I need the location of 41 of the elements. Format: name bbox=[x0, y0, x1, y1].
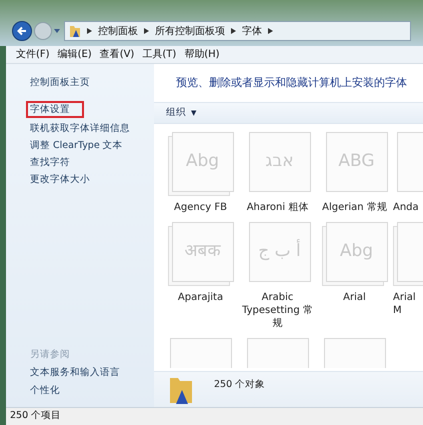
back-button[interactable] bbox=[12, 21, 32, 41]
font-name: Anda bbox=[393, 201, 420, 214]
font-name: Aparajita bbox=[176, 291, 224, 304]
sidebar-link[interactable]: 字体设置 bbox=[26, 101, 84, 118]
sidebar-link[interactable]: 调整 ClearType 文本 bbox=[30, 139, 123, 152]
see-also-heading: 另请参阅 bbox=[30, 348, 71, 361]
font-name: Algerian 常规 bbox=[321, 201, 388, 214]
menu-item[interactable]: 文件(F) bbox=[16, 47, 50, 62]
breadcrumb-item[interactable]: 字体 bbox=[242, 24, 262, 38]
object-count: 250 个对象 bbox=[214, 378, 266, 392]
page-heading: 预览、删除或者显示和隐藏计算机上安装的字体 bbox=[176, 74, 407, 91]
font-name: Agency FB bbox=[173, 201, 228, 214]
font-name: Arabic Typesetting 常规 bbox=[241, 291, 314, 330]
fonts-folder-icon bbox=[168, 375, 194, 405]
status-text: 250 个项目 bbox=[10, 409, 62, 424]
sidebar-link[interactable]: 控制面板主页 bbox=[30, 76, 90, 89]
back-arrow-icon bbox=[16, 25, 28, 37]
menu-item[interactable]: 工具(T) bbox=[142, 47, 176, 62]
menu-item[interactable]: 查看(V) bbox=[100, 47, 134, 62]
menu-item[interactable]: 帮助(H) bbox=[184, 47, 220, 62]
sidebar-link[interactable]: 文本服务和输入语言 bbox=[30, 366, 154, 379]
font-name: Arial M bbox=[393, 291, 417, 317]
breadcrumb-arrow-icon[interactable] bbox=[144, 28, 149, 34]
breadcrumb-arrow-icon[interactable] bbox=[87, 28, 92, 34]
sidebar-link[interactable]: 个性化 bbox=[30, 384, 154, 397]
font-name: Aharoni 粗体 bbox=[246, 201, 310, 214]
dropdown-caret-icon[interactable] bbox=[54, 28, 60, 34]
sidebar-link[interactable]: 查找字符 bbox=[30, 156, 70, 169]
address-bar[interactable]: 控制面板 所有控制面板项 字体 bbox=[64, 21, 411, 41]
font-file-tile[interactable] bbox=[170, 338, 232, 368]
font-name: Arial bbox=[342, 291, 367, 304]
breadcrumb-arrow-icon[interactable] bbox=[231, 28, 236, 34]
font-file-tile[interactable] bbox=[247, 338, 309, 368]
breadcrumb-item[interactable]: 控制面板 bbox=[98, 24, 138, 38]
breadcrumb-item[interactable]: 所有控制面板项 bbox=[155, 24, 225, 38]
sidebar-link[interactable]: 联机获取字体详细信息 bbox=[30, 122, 130, 135]
fonts-folder-icon bbox=[69, 24, 81, 38]
font-file-tile[interactable] bbox=[324, 338, 386, 368]
menu-item[interactable]: 编辑(E) bbox=[58, 47, 92, 62]
sidebar-link[interactable]: 更改字体大小 bbox=[30, 173, 90, 186]
breadcrumb-arrow-icon[interactable] bbox=[268, 28, 273, 34]
